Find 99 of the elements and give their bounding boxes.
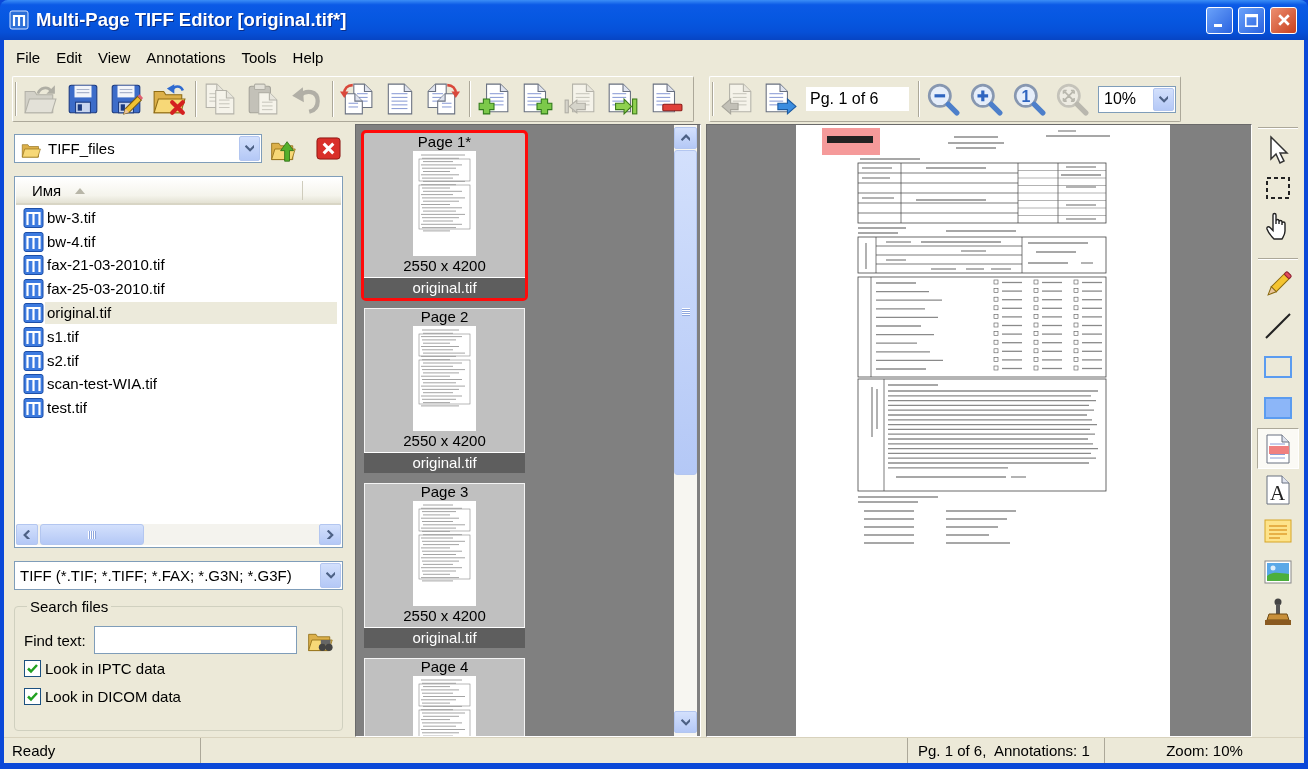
zoom-dropdown[interactable]: 10%	[1098, 85, 1176, 113]
file-name-bar: original.tif	[364, 277, 525, 298]
chevron-down-icon	[326, 571, 335, 580]
checkbox[interactable]	[24, 687, 41, 705]
maximize-icon	[1245, 13, 1258, 27]
status-message: Ready	[12, 742, 56, 759]
scroll-down-button[interactable]	[674, 711, 697, 733]
thumbnail-card[interactable]: Page 3 2550 x 4200 original.tif	[361, 480, 528, 651]
horizontal-scrollbar[interactable]	[16, 524, 341, 545]
chevron-right-icon	[325, 530, 335, 539]
tiff-file-icon	[23, 326, 44, 347]
tiff-file-icon	[23, 231, 44, 252]
minimize-icon	[1213, 23, 1222, 27]
close-button[interactable]	[314, 134, 342, 163]
dropdown-button[interactable]	[1153, 87, 1174, 111]
menu-item[interactable]: Edit	[48, 44, 91, 70]
scroll-left-button[interactable]	[16, 524, 38, 545]
file-name[interactable]: s1.tif	[45, 325, 337, 348]
file-name[interactable]: bw-3.tif	[45, 206, 337, 229]
rotate-left-icon	[340, 82, 374, 116]
tiff-file-icon	[23, 398, 44, 419]
tiff-file-icon	[23, 374, 44, 395]
page-arrow-icon	[720, 82, 754, 116]
menu-item[interactable]: Annotations	[138, 44, 234, 70]
page-title: Page 4	[420, 658, 469, 675]
close-icon	[315, 136, 341, 161]
clipboard-icon	[246, 82, 280, 116]
tiff-file-icon	[23, 279, 44, 300]
page-info-text: Pg. 1 of 6, Annotations: 1	[918, 742, 1090, 759]
floppy-pencil-icon	[109, 82, 143, 116]
copy-pages-icon	[203, 82, 237, 116]
folder-dropdown[interactable]: TIFF_files	[14, 134, 262, 163]
column-header[interactable]: Имя	[16, 178, 341, 205]
vertical-scrollbar[interactable]	[674, 125, 697, 736]
sort-arrow-icon	[75, 187, 86, 194]
scrollbar-thumb[interactable]	[40, 524, 144, 545]
close-button[interactable]	[1270, 6, 1297, 34]
menu-item[interactable]: Tools	[233, 44, 285, 70]
page-size-text: 2550 x 4200	[403, 431, 486, 451]
chevron-down-icon	[245, 144, 254, 153]
page-size-text: 2550 x 4200	[403, 606, 486, 626]
page-arrow-icon	[763, 82, 797, 116]
dropdown-button[interactable]	[320, 563, 341, 588]
file-name-bar: original.tif	[364, 452, 525, 473]
magnifier-icon	[1055, 82, 1089, 116]
rotate-right-icon	[426, 82, 460, 116]
page-arrow-icon	[606, 82, 640, 116]
chevron-down-icon	[681, 717, 690, 727]
thumbnail-card[interactable]: Page 2 2550 x 4200 original.tif	[361, 305, 528, 476]
page-size-text: 2550 x 4200	[403, 256, 486, 276]
file-name[interactable]: fax-21-03-2010.tif	[45, 254, 337, 277]
checkbox[interactable]	[24, 659, 41, 677]
dropdown-button[interactable]	[239, 136, 260, 161]
menu-item[interactable]: File	[8, 44, 49, 70]
chevron-down-icon	[1159, 94, 1168, 104]
chevron-left-icon	[22, 530, 32, 539]
file-name[interactable]: original.tif	[45, 302, 337, 325]
file-name-bar: original.tif	[364, 627, 525, 648]
thumbnail-card[interactable]: Page 4	[361, 655, 528, 736]
menu-item[interactable]: Help	[284, 44, 332, 70]
file-type-dropdown[interactable]: TIFF (*.TIF; *.TIFF; *.FAX; *.G3N; *.G3F)	[14, 561, 343, 590]
tiff-file-icon	[23, 207, 44, 228]
zoom-out-icon	[926, 82, 960, 116]
tiff-file-icon	[23, 303, 44, 324]
menu-item[interactable]: View	[90, 44, 139, 70]
maximize-button[interactable]	[1238, 6, 1265, 34]
app-logo-icon	[9, 10, 29, 30]
find-text-label: Find text:	[24, 631, 86, 649]
page-number-field[interactable]: Pg. 1 of 6	[806, 87, 909, 111]
folder-cross-icon	[152, 82, 186, 116]
chevron-up-icon	[681, 133, 690, 143]
minimize-button[interactable]	[1206, 6, 1233, 34]
page-title: Page 2	[420, 308, 469, 325]
file-name[interactable]: fax-25-03-2010.tif	[45, 278, 337, 301]
window-title: Multi-Page TIFF Editor [original.tif*]	[36, 9, 347, 31]
checkbox-label: Look in DICOM data	[45, 687, 181, 705]
file-name[interactable]: scan-test-WIA.tif	[45, 373, 337, 396]
checkbox-label: Look in IPTC data	[45, 659, 166, 677]
zoom-in-icon	[969, 82, 1003, 116]
scrollbar-thumb[interactable]	[674, 150, 697, 475]
grip-icon	[681, 308, 690, 317]
highlight-tool-button[interactable]	[1257, 428, 1299, 469]
page-title: Page 3	[420, 483, 469, 500]
file-name[interactable]: test.tif	[45, 397, 337, 420]
scroll-up-button[interactable]	[674, 127, 697, 149]
scroll-right-button[interactable]	[319, 524, 341, 545]
page-title: Page 1*	[417, 133, 472, 150]
find-text-field[interactable]	[93, 626, 297, 654]
tiff-file-icon	[23, 350, 44, 371]
group-title: Search files	[29, 598, 110, 615]
thumbnail-card[interactable]: Page 1* 2550 x 4200 original.tif	[361, 130, 528, 301]
file-name[interactable]: s2.tif	[45, 349, 337, 372]
close-icon	[1277, 14, 1290, 26]
file-name[interactable]: bw-4.tif	[45, 230, 337, 253]
tiff-file-icon	[23, 255, 44, 276]
page-arrow-icon	[563, 82, 597, 116]
grip-icon	[87, 530, 97, 539]
zoom-level-text: Zoom: 10%	[1166, 742, 1243, 759]
page-plus-icon	[477, 82, 511, 116]
